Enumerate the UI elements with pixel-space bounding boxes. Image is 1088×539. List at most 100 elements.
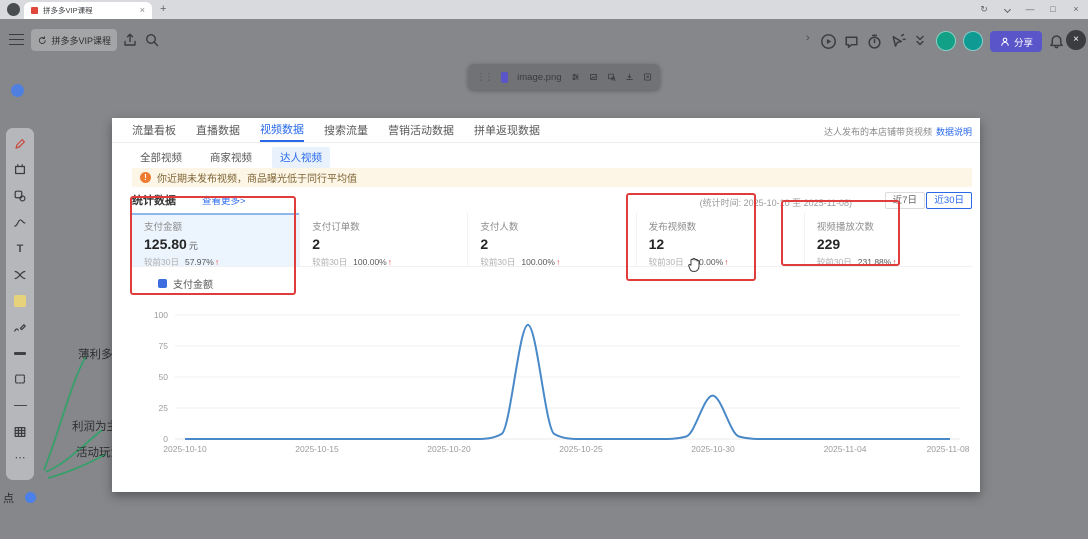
chart-canvas (175, 314, 960, 440)
expand-icon[interactable] (643, 70, 652, 84)
subtab-influencer-videos[interactable]: 达人视频 (272, 147, 330, 168)
collaborator-cursor-badge (11, 84, 24, 97)
y-tick-label: 75 (158, 341, 168, 351)
doc-title-field[interactable]: 拼多多VIP课程 (31, 29, 117, 51)
chart-gridlines (175, 314, 960, 440)
app-logo-icon[interactable] (7, 3, 20, 16)
mindmap-node[interactable]: 活动玩法 (76, 444, 112, 460)
analytics-panel[interactable]: 流量看板 直播数据 视频数据 搜索流量 营销活动数据 拼单返现数据 达人发布的本… (112, 118, 980, 492)
comment-icon[interactable] (843, 33, 860, 50)
range-30d-button[interactable]: 近30日 (926, 192, 972, 209)
card-value: 2 (312, 236, 320, 252)
card-title: 支付订单数 (312, 222, 360, 233)
draw-tool-icon[interactable] (9, 317, 31, 337)
text-tool-glyph: T (16, 242, 24, 255)
subtab-all-videos[interactable]: 全部视频 (132, 147, 190, 168)
x-tick-label: 2025-10-25 (559, 444, 603, 454)
tab-search-traffic[interactable]: 搜索流量 (324, 122, 368, 141)
filter-icon[interactable] (571, 70, 580, 84)
frame-tool-icon[interactable] (9, 160, 31, 180)
close-window-button[interactable]: × (1068, 2, 1084, 17)
up-arrow-icon: ↑ (555, 257, 561, 267)
divider (112, 142, 980, 143)
close-icon: × (1073, 34, 1079, 45)
replace-image-icon[interactable] (589, 70, 598, 84)
data-note-text: 达人发布的本店铺带货视频 (823, 127, 932, 137)
download-icon[interactable] (625, 70, 634, 84)
bell-icon[interactable] (1048, 33, 1065, 50)
person-icon (1001, 37, 1009, 46)
tool-palette: T ⋯ (6, 128, 34, 480)
export-button[interactable] (122, 32, 138, 48)
swap-connector-tool-icon[interactable] (9, 265, 31, 285)
image-filename: image.png (517, 71, 562, 83)
collapse-toolbar-icon[interactable] (912, 33, 928, 49)
data-note: 达人发布的本店铺带货视频 数据说明 (824, 125, 972, 138)
mindmap-node[interactable]: 薄利多销 (78, 346, 112, 362)
menu-icon[interactable] (9, 34, 24, 45)
card-compare: 较前30日 100.00%↑ (480, 257, 561, 267)
new-tab-button[interactable]: + (160, 3, 166, 15)
present-play-button[interactable] (820, 33, 837, 50)
mindmap-node[interactable]: 利润为主 (72, 418, 112, 434)
account-avatar[interactable]: × (1066, 30, 1086, 50)
payment-trend-chart: 100 75 50 25 0 2025-10-10 2025-10-15 202… (130, 304, 975, 474)
timer-icon[interactable] (866, 33, 883, 50)
y-tick-label: 100 (153, 310, 168, 320)
table-tool-icon[interactable] (9, 422, 31, 442)
canvas-corner-badge[interactable] (25, 492, 36, 503)
connector-tool-icon[interactable] (9, 212, 31, 232)
tab-live-data[interactable]: 直播数据 (196, 122, 240, 141)
maximize-button[interactable]: □ (1045, 2, 1061, 17)
tab-title: 拼多多VIP课程 (43, 6, 93, 15)
x-tick-label: 2025-10-30 (691, 444, 735, 454)
stat-card-paid-orders[interactable]: 支付订单数 2 较前30日 100.00%↑ (299, 213, 467, 267)
x-tick-label: 2025-11-08 (926, 444, 970, 454)
collaborator-avatar-1[interactable] (936, 31, 956, 51)
annotation-rect-video-plays (781, 200, 900, 266)
data-note-link[interactable]: 数据说明 (936, 127, 972, 137)
y-tick-label: 50 (158, 372, 168, 382)
doc-title: 拼多多VIP课程 (51, 35, 111, 46)
find-image-icon[interactable] (607, 70, 616, 84)
shape-tool-icon[interactable] (9, 186, 31, 206)
tab-close-icon[interactable]: × (140, 6, 145, 15)
up-arrow-icon: ↑ (387, 257, 392, 267)
color-swatch[interactable] (501, 71, 509, 83)
alert-text: 你近期未发布视频，商品曝光低于同行平均值 (157, 174, 357, 185)
minimize-button[interactable]: — (1022, 2, 1038, 17)
drag-handle-icon[interactable]: ⋮⋮ (476, 72, 494, 83)
browser-tab[interactable]: 拼多多VIP课程 × (24, 2, 152, 19)
share-button[interactable]: 分享 (990, 31, 1042, 52)
tab-favicon-icon (31, 7, 38, 14)
more-tools-icon[interactable]: ⋯ (9, 448, 31, 468)
x-tick-label: 2025-11-04 (823, 444, 867, 454)
forward-icon[interactable]: › (806, 32, 810, 44)
search-button[interactable] (144, 32, 160, 48)
collaborator-avatar-2[interactable] (963, 31, 983, 51)
info-icon: ! (140, 172, 151, 183)
refresh-icon (38, 35, 46, 44)
pen-tool-icon[interactable] (9, 134, 31, 154)
laser-pointer-icon[interactable] (889, 33, 906, 50)
text-tool-icon[interactable]: T (9, 239, 31, 259)
tab-group-rebate-data[interactable]: 拼单返现数据 (474, 122, 540, 141)
card-title: 支付人数 (480, 222, 519, 233)
sync-button[interactable]: ↻ (976, 2, 992, 17)
tab-marketing-data[interactable]: 营销活动数据 (388, 122, 454, 141)
chevron-down-icon[interactable] (1003, 5, 1012, 14)
card-value: 2 (480, 236, 489, 252)
image-element-toolbar: ⋮⋮ image.png (468, 64, 660, 90)
line-tool-icon[interactable] (9, 396, 31, 416)
hand-cursor-icon (688, 257, 700, 272)
sticky-note-tool-icon[interactable] (9, 291, 31, 311)
chart-line-series (185, 323, 950, 440)
subtab-merchant-videos[interactable]: 商家视频 (202, 147, 260, 168)
section-tool-icon[interactable] (9, 369, 31, 389)
sub-tabs: 全部视频 商家视频 达人视频 (132, 147, 330, 168)
bold-dash-tool-icon[interactable] (9, 343, 31, 363)
nav-tabs: 流量看板 直播数据 视频数据 搜索流量 营销活动数据 拼单返现数据 (132, 120, 540, 142)
tab-video-data[interactable]: 视频数据 (260, 121, 304, 142)
stat-card-paying-users[interactable]: 支付人数 2 较前30日 100.00%↑ (467, 213, 635, 267)
tab-traffic-board[interactable]: 流量看板 (132, 122, 176, 141)
